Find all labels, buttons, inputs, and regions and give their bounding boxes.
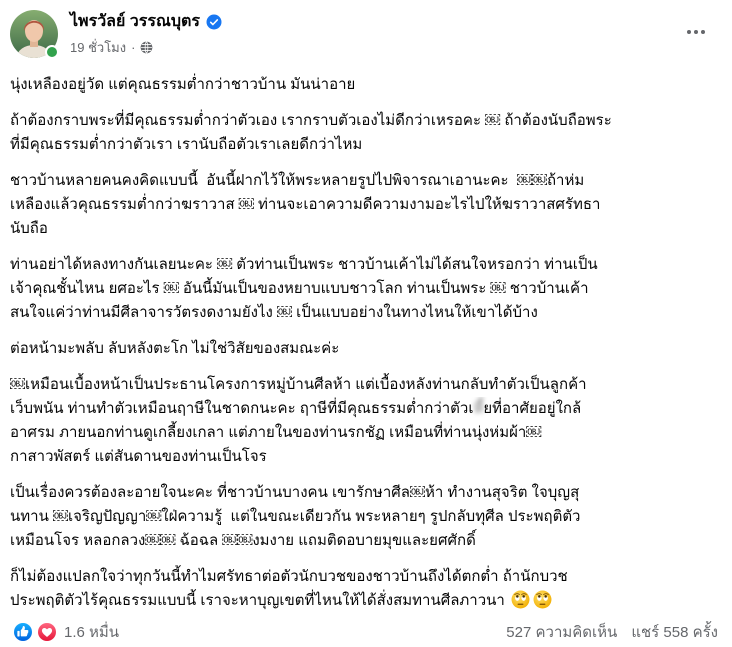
- post-paragraph: ก็ไม่ต้องแปลกใจว่าทุกวันนี้ทำไมศรัทธาต่อ…: [10, 565, 722, 613]
- post-text-line: เจ้าคุณชั้นไหน ยศอะไร ￼ อันนี้มันเป็นของ…: [10, 280, 589, 297]
- post-paragraph: นุ่งเหลืองอยู่วัด แต่คุณธรรมต่ำกว่าชาวบ้…: [10, 73, 722, 97]
- post-text-line: ต่อหน้ามะพลับ ลับหลังตะโก ไม่ใช่วิสัยของ…: [10, 340, 340, 357]
- avatar[interactable]: [10, 10, 59, 59]
- more-dot: [687, 30, 691, 34]
- post-text-line: นุ่งเหลืองอยู่วัด แต่คุณธรรมต่ำกว่าชาวบ้…: [10, 76, 356, 93]
- comments-count[interactable]: 527 ความคิดเห็น: [506, 620, 617, 644]
- post-paragraph: ชาวบ้านหลายคนคงคิดแบบนี้ อันนี้ฝากไว้ให้…: [10, 169, 722, 241]
- post-text-line: เหมือนโจร หลอกลวง￼￼ ฉ้อฉล ￼￼งมงาย แถมติด…: [10, 532, 476, 549]
- online-status-dot: [45, 45, 59, 59]
- like-icon[interactable]: [12, 621, 34, 643]
- post-stats-bar: 1.6 หมื่น 527 ความคิดเห็น แชร์ 558 ครั้ง: [0, 620, 732, 644]
- author-name[interactable]: ไพรวัลย์ วรรณบุตร: [70, 10, 200, 34]
- face-with-rolling-eyes-emoji: [511, 590, 530, 609]
- verified-badge-icon: [206, 14, 222, 30]
- engagement-stats: 527 ความคิดเห็น แชร์ 558 ครั้ง: [506, 620, 718, 644]
- post-text-line: ท่านอย่าได้หลงทางกันเลยนะคะ ￼ ตัวท่านเป็…: [10, 256, 598, 273]
- post-text-line: นับถือ: [10, 220, 48, 237]
- more-options-button[interactable]: [680, 20, 712, 44]
- post-text-line: เว็บพนัน ท่านทำตัวเหมือนฤาษีในชาดกนะคะ ฤ…: [10, 397, 722, 421]
- post-text-line: เหลืองแล้วคุณธรรมต่ำกว่าฆราวาส ￼ ท่านจะเ…: [10, 196, 601, 213]
- globe-icon[interactable]: [140, 40, 153, 54]
- text-segment: ประพฤติตัวไร้คุณธรรมแบบนี้ เราจะหาบุญเขต…: [10, 592, 505, 609]
- post-paragraph: เป็นเรื่องควรต้องละอายใจนะคะ ที่ชาวบ้านบ…: [10, 481, 722, 553]
- post-text-line: อาศรม ภายนอกท่านดูเกลี้ยงเกลา แต่ภายในขอ…: [10, 424, 542, 441]
- text-segment: ยที่อาศัยอยู่ใกล้: [483, 400, 582, 417]
- post-text-line: ชาวบ้านหลายคนคงคิดแบบนี้ อันนี้ฝากไว้ให้…: [10, 172, 585, 189]
- post-paragraph: ต่อหน้ามะพลับ ลับหลังตะโก ไม่ใช่วิสัยของ…: [10, 337, 722, 361]
- reaction-summary[interactable]: 1.6 หมื่น: [12, 620, 119, 644]
- author-line: ไพรวัลย์ วรรณบุตร: [70, 10, 222, 34]
- blurred-text: หี้: [473, 400, 484, 417]
- post-meta: 19 ชั่วโมง ·: [70, 37, 153, 57]
- post-text: นุ่งเหลืองอยู่วัด แต่คุณธรรมต่ำกว่าชาวบ้…: [10, 73, 722, 625]
- post-text-line: เป็นเรื่องควรต้องละอายใจนะคะ ที่ชาวบ้านบ…: [10, 484, 580, 501]
- post-text-line: ถ้าต้องกราบพระที่มีคุณธรรมต่ำกว่าตัวเอง …: [10, 112, 612, 129]
- post-text-line: ประพฤติตัวไร้คุณธรรมแบบนี้ เราจะหาบุญเขต…: [10, 589, 722, 613]
- reaction-count[interactable]: 1.6 หมื่น: [64, 620, 119, 644]
- post-text-line: ก็ไม่ต้องแปลกใจว่าทุกวันนี้ทำไมศรัทธาต่อ…: [10, 568, 568, 585]
- more-horizontal-icon: [687, 30, 705, 34]
- post-text-line: กาสาวพัสตร์ แต่สันดานของท่านเป็นโจร: [10, 448, 267, 465]
- more-dot: [694, 30, 698, 34]
- post-text-line: สนใจแค่ว่าท่านมีศีลาจารวัตรงดงามยังไง ￼ …: [10, 304, 538, 321]
- post-timestamp[interactable]: 19 ชั่วโมง: [70, 37, 126, 58]
- love-icon[interactable]: [36, 621, 58, 643]
- post-paragraph: ถ้าต้องกราบพระที่มีคุณธรรมต่ำกว่าตัวเอง …: [10, 109, 722, 157]
- post-text-line: ที่มีคุณธรรมต่ำกว่าตัวเรา เรานับถือตัวเร…: [10, 136, 363, 153]
- post-paragraph: ท่านอย่าได้หลงทางกันเลยนะคะ ￼ ตัวท่านเป็…: [10, 253, 722, 325]
- post-text-line: ￼เหมือนเบื้องหน้าเป็นประธานโครงการหมู่บ้…: [10, 376, 587, 393]
- more-dot: [701, 30, 705, 34]
- post-text-line: นทาน ￼เจริญปัญญา￼ใฝ่ความรู้ แต่ในขณะเดีย…: [10, 508, 581, 525]
- shares-count[interactable]: แชร์ 558 ครั้ง: [631, 620, 718, 644]
- face-with-rolling-eyes-emoji: [533, 590, 552, 609]
- meta-separator: ·: [131, 39, 136, 55]
- text-segment: เว็บพนัน ท่านทำตัวเหมือนฤาษีในชาดกนะคะ ฤ…: [10, 400, 474, 417]
- post-paragraph: ￼เหมือนเบื้องหน้าเป็นประธานโครงการหมู่บ้…: [10, 373, 722, 469]
- post-header: ไพรวัลย์ วรรณบุตร 19 ชั่วโมง ·: [0, 0, 732, 68]
